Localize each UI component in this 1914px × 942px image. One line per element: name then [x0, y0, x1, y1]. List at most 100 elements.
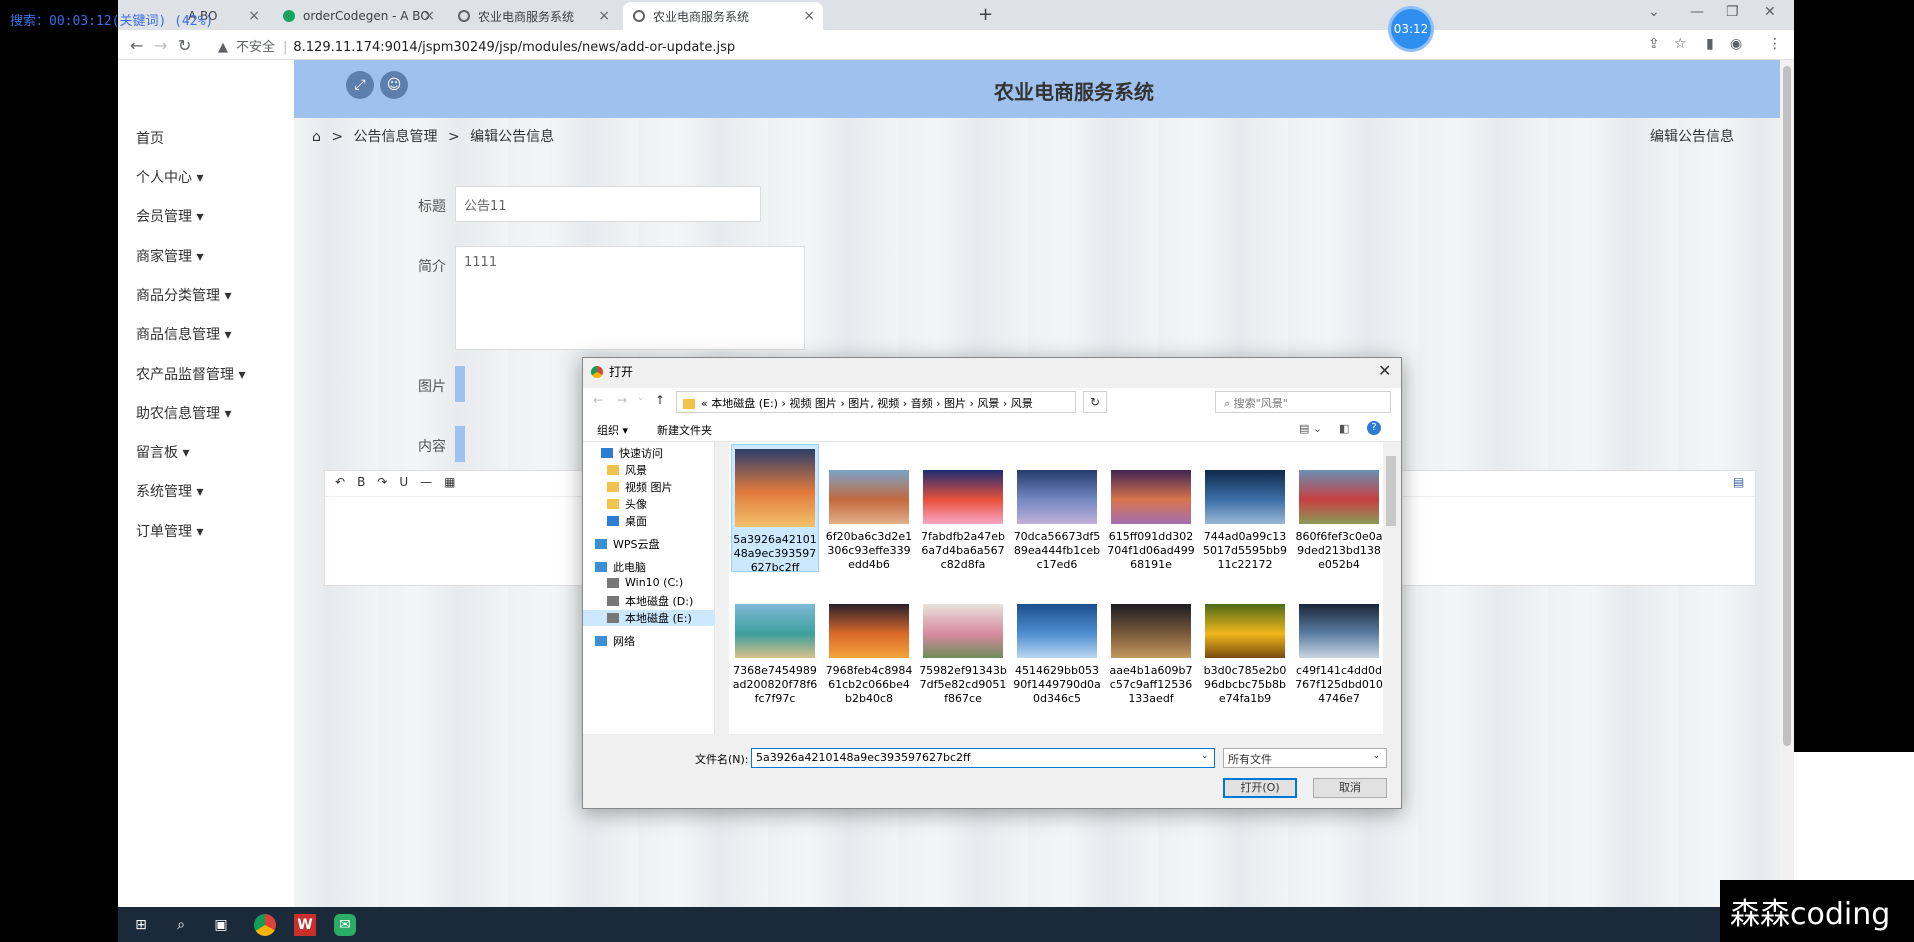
home-icon[interactable]: ⌂	[312, 129, 321, 145]
refresh-icon[interactable]: ↻	[1083, 391, 1107, 413]
page-scrollbar[interactable]	[1780, 60, 1794, 907]
file-thumbnail-item[interactable]: 5a3926a4210148a9ec393597627bc2ff	[731, 444, 819, 574]
fullscreen-icon[interactable]: ⤢	[346, 71, 374, 99]
tree-item[interactable]: 网络	[595, 633, 635, 649]
file-thumbnail-item[interactable]	[731, 712, 819, 734]
recent-dropdown-icon[interactable]: ⌄	[637, 393, 645, 403]
search-icon[interactable]: ⌕	[170, 914, 192, 936]
tree-item[interactable]: 快速访问	[601, 445, 663, 461]
close-icon[interactable]: ×	[598, 8, 610, 24]
sidebar-item-agri-aid-management[interactable]: 助农信息管理 ▾	[136, 403, 231, 423]
close-icon[interactable]: ×	[248, 8, 260, 24]
new-folder-button[interactable]: 新建文件夹	[657, 422, 712, 438]
title-input[interactable]: 公告11	[455, 186, 761, 222]
scrollbar-thumb[interactable]	[1386, 456, 1396, 526]
scrollbar-thumb[interactable]	[1783, 66, 1791, 746]
redo-icon[interactable]: ↷	[377, 475, 387, 492]
file-thumbnail-item[interactable]: 615ff091dd302704f1d06ad49968191e	[1107, 444, 1195, 572]
user-icon[interactable]: ☺	[380, 71, 408, 99]
file-thumbnail-item[interactable]: 6f20ba6c3d2e1306c93effe339edd4b6	[825, 444, 913, 572]
bookmark-star-icon[interactable]: ☆	[1674, 36, 1687, 52]
file-thumbnail-item[interactable]: 75982ef91343b7df5e82cd9051f867ce	[919, 578, 1007, 706]
upload-button[interactable]	[455, 366, 465, 402]
file-thumbnail-item[interactable]: aae4b1a609b7c57c9aff12536133aedf	[1107, 578, 1195, 706]
preview-pane-icon[interactable]: ◧	[1339, 422, 1349, 435]
tree-item[interactable]: 桌面	[607, 513, 647, 529]
task-view-icon[interactable]: ▣	[210, 914, 232, 936]
file-thumbnail-item[interactable]: 7368e7454989ad200820f78f6fc7f97c	[731, 578, 819, 706]
file-thumbnail-item[interactable]: 70dca56673df589ea444fb1cebc17ed6	[1013, 444, 1101, 572]
file-thumbnail-item[interactable]: 4514629bb05390f1449790d0a0d346c5	[1013, 578, 1101, 706]
intro-textarea[interactable]: 1111	[455, 246, 805, 350]
sidebar-item-system-management[interactable]: 系统管理 ▾	[136, 481, 203, 501]
wechat-icon[interactable]: ✉	[334, 914, 356, 936]
close-icon[interactable]: ×	[423, 8, 435, 24]
file-grid-scrollbar[interactable]	[1383, 442, 1400, 734]
menu-icon[interactable]: ⋮	[1768, 36, 1782, 52]
file-thumbnail-item[interactable]: 860f6fef3c0e0a9ded213bd138e052b4	[1295, 444, 1383, 572]
tree-item[interactable]: 头像	[607, 496, 647, 512]
sidebar-item-member-management[interactable]: 会员管理 ▾	[136, 206, 203, 226]
up-icon[interactable]: ↑	[655, 393, 665, 407]
file-thumbnail-item[interactable]: c49f141c4dd0d767f125dbd0104746e7	[1295, 578, 1383, 706]
new-tab-button[interactable]: +	[978, 4, 993, 25]
file-thumbnail-item[interactable]: 7fabdfb2a47eb6a7d4ba6a567c82d8fa	[919, 444, 1007, 572]
sidebar-item-category-management[interactable]: 商品分类管理 ▾	[136, 285, 231, 305]
organize-button[interactable]: 组织 ▾	[597, 422, 628, 438]
dialog-close-button[interactable]: ✕	[1378, 361, 1391, 380]
forward-icon[interactable]: →	[617, 393, 627, 407]
dialog-search-input[interactable]: ⌕ 搜索"风景"	[1215, 391, 1391, 413]
back-icon[interactable]: ←	[130, 36, 143, 55]
sidepanel-icon[interactable]: ▮	[1706, 36, 1714, 52]
tree-item[interactable]: 此电脑	[595, 559, 646, 575]
open-button[interactable]: 打开(O)	[1223, 778, 1297, 798]
tab-2[interactable]: orderCodegen - A BO ×	[273, 2, 443, 30]
sidebar-item-supervision-management[interactable]: 农产品监督管理 ▾	[136, 364, 245, 384]
close-icon[interactable]: ×	[803, 8, 815, 24]
tree-item[interactable]: 风景	[607, 462, 647, 478]
cancel-button[interactable]: 取消	[1313, 778, 1387, 798]
file-thumbnail-item[interactable]: b3d0c785e2b096dbcbc75b8be74fa1b9	[1201, 578, 1289, 706]
sidebar-item-merchant-management[interactable]: 商家管理 ▾	[136, 246, 203, 266]
share-icon[interactable]: ⇪	[1648, 36, 1660, 52]
bold-icon[interactable]: B	[357, 475, 365, 492]
underline-icon[interactable]: U	[399, 475, 408, 492]
undo-icon[interactable]: ↶	[335, 475, 345, 492]
sidebar-item-message-board[interactable]: 留言板 ▾	[136, 442, 189, 462]
windows-start-icon[interactable]: ⊞	[130, 914, 152, 936]
filename-input[interactable]: 5a3926a4210148a9ec393597627bc2ff	[751, 748, 1215, 768]
breadcrumb-level-1[interactable]: 公告信息管理	[354, 129, 438, 145]
close-window-button[interactable]: ✕	[1764, 4, 1776, 20]
help-icon[interactable]: ?	[1367, 421, 1381, 435]
sidebar-item-order-management[interactable]: 订单管理 ▾	[136, 521, 203, 541]
horizontal-rule-icon[interactable]: —	[420, 475, 432, 492]
tab-search-icon[interactable]: ⌄	[1648, 4, 1660, 20]
tab-3[interactable]: 农业电商服务系统 ×	[448, 2, 618, 30]
tab-4-active[interactable]: 农业电商服务系统 ×	[623, 2, 823, 30]
file-thumbnail-item[interactable]: 744ad0a99c135017d5595bb911c22172	[1201, 444, 1289, 572]
url-field[interactable]: ▲ 不安全 | 8.129.11.174:9014/jspm30249/jsp/mod…	[218, 36, 735, 55]
path-breadcrumb[interactable]: « 本地磁盘 (E:) › 视频 图片 › 图片, 视频 › 音频 › 图片 ›…	[676, 391, 1076, 413]
content-upload-button[interactable]	[455, 426, 465, 462]
tree-item[interactable]: 视频 图片	[607, 479, 673, 495]
tree-item[interactable]: WPS云盘	[595, 536, 660, 552]
wps-icon[interactable]: W	[294, 914, 316, 936]
reload-icon[interactable]: ↻	[178, 36, 191, 55]
file-thumbnail-item[interactable]: 7968feb4c898461cb2c066be4b2b40c8	[825, 578, 913, 706]
table-icon[interactable]: ▦	[444, 475, 455, 492]
tree-item[interactable]: Win10 (C:)	[607, 576, 683, 589]
forward-icon[interactable]: →	[154, 36, 167, 55]
back-icon[interactable]: ←	[593, 393, 603, 407]
minimize-button[interactable]: —	[1690, 4, 1704, 20]
chevron-down-icon[interactable]: ⌄	[1201, 751, 1209, 761]
filetype-select[interactable]: 所有文件 ⌄	[1223, 748, 1387, 768]
sidebar-item-home[interactable]: 首页	[136, 128, 164, 148]
restore-button[interactable]: ❐	[1726, 4, 1739, 20]
tree-item[interactable]: 本地磁盘 (D:)	[607, 593, 693, 609]
profile-icon[interactable]: ◉	[1730, 36, 1742, 52]
chrome-icon[interactable]	[254, 914, 276, 936]
sidebar-item-product-management[interactable]: 商品信息管理 ▾	[136, 324, 231, 344]
sidebar-item-personal-center[interactable]: 个人中心 ▾	[136, 167, 203, 187]
source-icon[interactable]: ▤	[1733, 475, 1744, 489]
tree-item[interactable]: 本地磁盘 (E:)	[583, 610, 715, 626]
